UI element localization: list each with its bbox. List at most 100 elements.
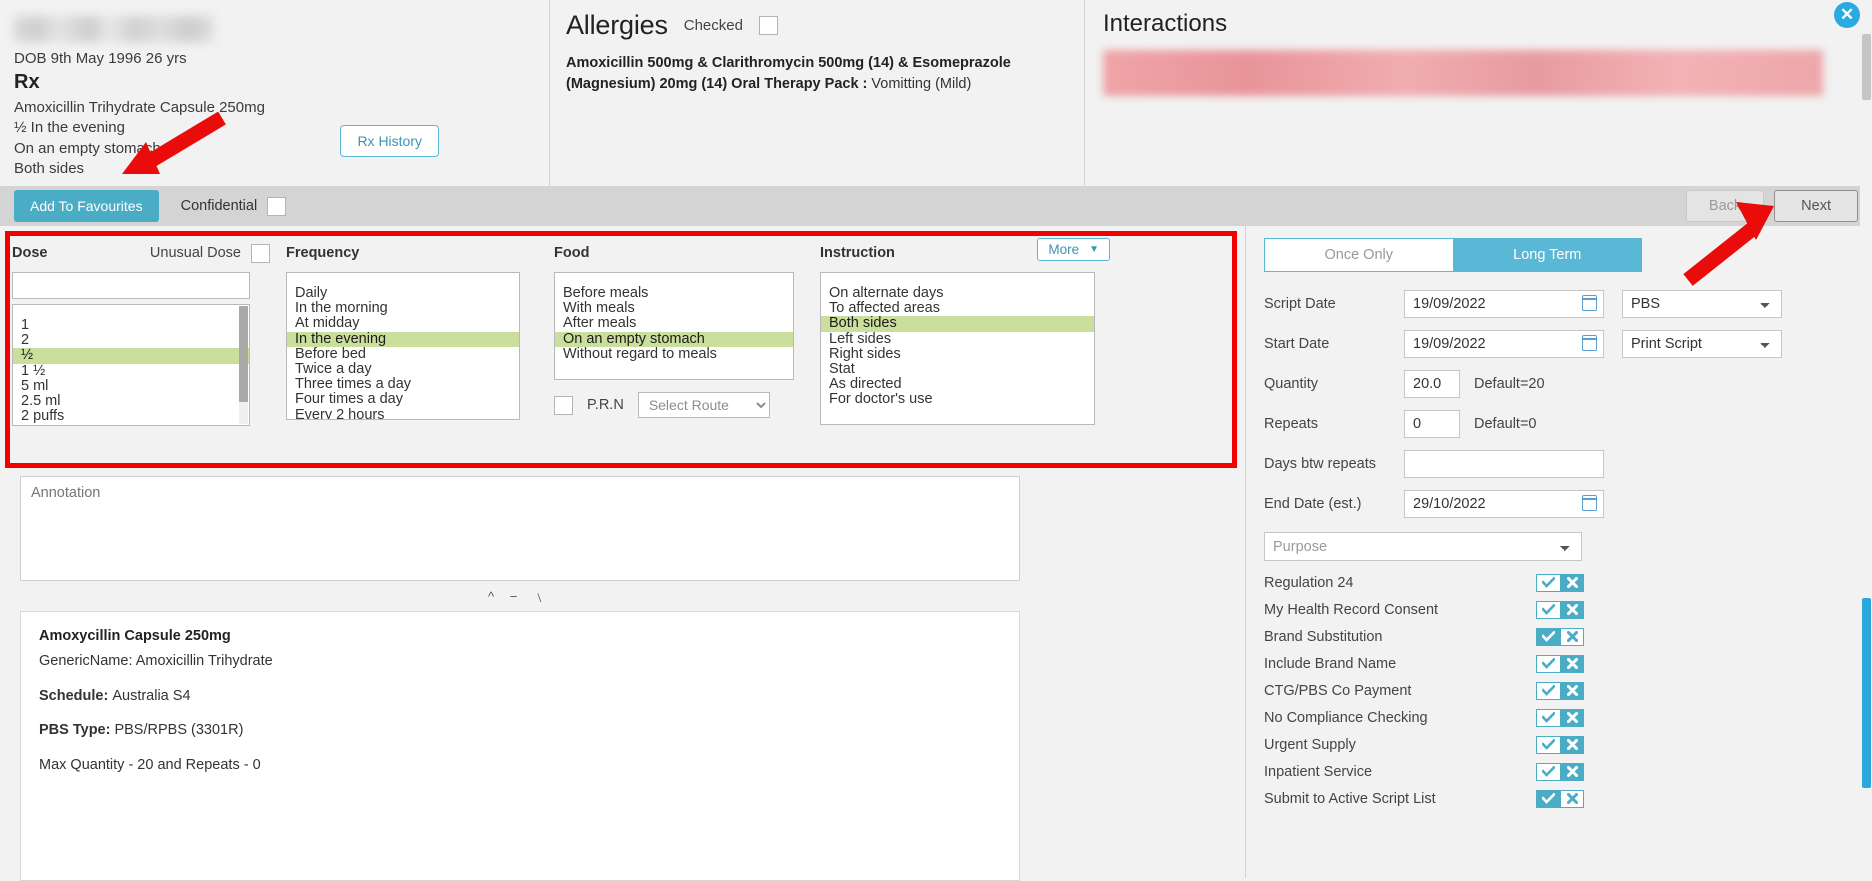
list-item[interactable]: At midday: [287, 316, 519, 331]
script-date-input[interactable]: [1404, 290, 1604, 318]
repeats-input[interactable]: [1404, 410, 1460, 438]
list-item[interactable]: Daily: [287, 285, 519, 301]
list-item[interactable]: 1 ½: [13, 363, 249, 379]
script-option-row: Urgent Supply: [1264, 731, 1854, 758]
dose-title: Dose: [12, 245, 48, 261]
list-item[interactable]: In the evening: [287, 331, 519, 347]
check-icon[interactable]: [1536, 762, 1560, 781]
yes-no-toggle: [1536, 654, 1584, 673]
list-item[interactable]: To affected areas: [821, 300, 1094, 316]
scrollbar-thumb[interactable]: [239, 306, 248, 402]
cross-icon[interactable]: [1560, 573, 1584, 592]
repeats-default-note: Default=0: [1474, 416, 1537, 432]
list-item[interactable]: Before bed: [287, 346, 519, 362]
calendar-icon[interactable]: [1581, 295, 1597, 311]
list-item[interactable]: On an empty stomach: [555, 331, 793, 347]
annotation-textarea[interactable]: [20, 476, 1020, 581]
cross-icon[interactable]: [1560, 600, 1584, 619]
once-only-tab[interactable]: Once Only: [1264, 238, 1453, 272]
cross-icon[interactable]: [1560, 654, 1584, 673]
check-icon[interactable]: [1536, 654, 1560, 673]
page-scrollbar[interactable]: [1860, 0, 1872, 878]
select-route-dropdown[interactable]: Select Route: [637, 392, 770, 418]
list-item[interactable]: On alternate days: [821, 285, 1094, 301]
food-listbox[interactable]: Before meals With meals After meals On a…: [554, 272, 794, 380]
list-item[interactable]: 1: [13, 317, 249, 333]
list-item[interactable]: With meals: [555, 300, 793, 316]
long-term-tab[interactable]: Long Term: [1452, 238, 1642, 272]
list-item[interactable]: Without regard to meals: [555, 346, 793, 362]
prn-label: P.R.N: [587, 397, 624, 413]
cross-icon[interactable]: [1560, 627, 1584, 646]
list-item[interactable]: 2 puffs: [13, 408, 249, 424]
print-script-dropdown[interactable]: Print Script: [1622, 330, 1782, 358]
more-button[interactable]: More ▼: [1037, 238, 1110, 261]
frequency-listbox[interactable]: Daily In the morning At midday In the ev…: [286, 272, 520, 420]
cross-icon[interactable]: [1560, 681, 1584, 700]
list-item[interactable]: Before meals: [555, 285, 793, 301]
days-btw-repeats-input[interactable]: [1404, 450, 1604, 478]
rx-history-button[interactable]: Rx History: [340, 125, 439, 157]
list-item[interactable]: In the morning: [287, 300, 519, 316]
list-item[interactable]: Stat: [821, 361, 1094, 377]
list-item[interactable]: ½: [13, 348, 249, 364]
drug-info-maxqty-row: Max Quantity - 20 and Repeats - 0: [39, 755, 1001, 777]
dose-input[interactable]: [12, 272, 250, 299]
cross-icon[interactable]: [1560, 735, 1584, 754]
allergy-separator: :: [858, 76, 872, 93]
check-icon[interactable]: [1536, 627, 1560, 646]
list-item[interactable]: 5 ml: [13, 378, 249, 394]
back-button[interactable]: Back: [1685, 190, 1765, 222]
check-icon[interactable]: [1536, 735, 1560, 754]
scrollbar-thumb-upper[interactable]: [1862, 34, 1871, 100]
allergies-checked-checkbox[interactable]: [758, 16, 778, 35]
calendar-icon[interactable]: [1581, 335, 1597, 351]
instruction-listbox[interactable]: On alternate days To affected areas Both…: [820, 272, 1095, 425]
prn-checkbox[interactable]: [554, 395, 573, 415]
check-icon[interactable]: [1536, 573, 1560, 592]
list-item[interactable]: Right sides: [821, 346, 1094, 362]
dose-scrollbar[interactable]: [239, 306, 248, 424]
pbs-type-dropdown[interactable]: PBS: [1622, 290, 1782, 318]
quantity-input[interactable]: [1404, 370, 1460, 398]
add-to-favourites-button[interactable]: Add To Favourites: [14, 190, 159, 222]
script-option-row: Inpatient Service: [1264, 758, 1854, 785]
end-date-input[interactable]: [1404, 490, 1604, 518]
check-icon[interactable]: [1536, 681, 1560, 700]
list-item[interactable]: Three times a day: [287, 376, 519, 392]
annotation-collapse-control[interactable]: ^ − ﹨: [20, 586, 1020, 605]
list-item[interactable]: 2: [13, 332, 249, 348]
allergies-panel: Allergies Checked Amoxicillin 500mg & Cl…: [549, 0, 1084, 186]
cross-icon[interactable]: [1560, 789, 1584, 808]
close-icon[interactable]: ✕: [1834, 2, 1860, 28]
list-item[interactable]: For doctor's use: [821, 392, 1094, 407]
list-item[interactable]: Four times a day: [287, 392, 519, 407]
cross-icon[interactable]: [1560, 708, 1584, 727]
drug-info-schedule-row: Schedule: Australia S4: [39, 686, 1001, 708]
list-item[interactable]: Every 2 hours: [287, 407, 519, 419]
dose-listbox[interactable]: 1 2 ½ 1 ½ 5 ml 2.5 ml 2 puffs: [12, 304, 250, 426]
check-icon[interactable]: [1536, 600, 1560, 619]
list-item[interactable]: Both sides: [821, 316, 1094, 332]
yes-no-toggle: [1536, 789, 1584, 808]
list-item[interactable]: After meals: [555, 316, 793, 331]
unusual-dose-checkbox[interactable]: [251, 243, 270, 263]
confidential-checkbox[interactable]: [267, 196, 287, 216]
next-button[interactable]: Next: [1774, 190, 1858, 222]
nav-buttons: Back Next: [1685, 190, 1858, 222]
quantity-label: Quantity: [1264, 376, 1318, 392]
list-item[interactable]: Twice a day: [287, 361, 519, 377]
cross-icon[interactable]: [1560, 762, 1584, 781]
rx-line-drug: Amoxicillin Trihydrate Capsule 250mg: [14, 99, 265, 116]
start-date-input[interactable]: [1404, 330, 1604, 358]
list-item[interactable]: As directed: [821, 376, 1094, 392]
purpose-dropdown[interactable]: Purpose: [1264, 532, 1582, 561]
list-item[interactable]: 2.5 ml: [13, 393, 249, 409]
calendar-icon[interactable]: [1581, 495, 1597, 511]
start-date-wrap: [1404, 330, 1604, 358]
scrollbar-thumb-lower[interactable]: [1862, 598, 1871, 788]
list-item[interactable]: Left sides: [821, 331, 1094, 347]
generic-name-label: GenericName:: [39, 652, 136, 669]
check-icon[interactable]: [1536, 789, 1560, 808]
check-icon[interactable]: [1536, 708, 1560, 727]
